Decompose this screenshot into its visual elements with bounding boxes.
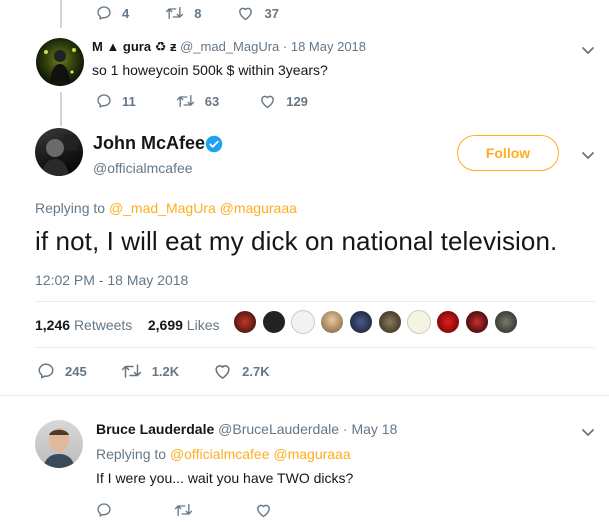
reply-icon	[97, 6, 111, 20]
retweet-count: 1.2K	[151, 363, 180, 379]
like-action[interactable]: 129	[259, 93, 308, 109]
replying-prefix: Replying to	[35, 200, 106, 216]
reply-action[interactable]	[96, 502, 112, 518]
retweet-action[interactable]	[174, 502, 193, 518]
avatar[interactable]	[35, 128, 83, 176]
retweet-icon	[174, 504, 193, 516]
retweets-label: Retweets	[73, 317, 133, 333]
likes-stat[interactable]: 2,699 Likes	[148, 317, 220, 333]
liker-avatar[interactable]	[465, 310, 489, 334]
chevron-down-icon[interactable]	[581, 43, 595, 57]
liker-avatars	[233, 310, 523, 334]
tweet-author[interactable]: M ▲ gura ♻ ƶ @_mad_MagUra · 18 May 2018	[92, 39, 366, 55]
tweet-date[interactable]: · May 18	[343, 421, 397, 437]
like-count: 37	[264, 5, 279, 21]
replying-to: Replying to @_mad_MagUra @maguraaa	[35, 200, 297, 216]
liker-avatar[interactable]	[436, 310, 460, 334]
retweets-stat[interactable]: 1,246 Retweets	[35, 317, 132, 333]
follow-button[interactable]: Follow	[457, 135, 559, 171]
retweet-count: 63	[204, 93, 220, 109]
retweets-count: 1,246	[35, 317, 71, 333]
like-action[interactable]: 2.7K	[213, 362, 270, 380]
avatar[interactable]	[36, 38, 84, 86]
handle[interactable]: @BruceLauderdale	[218, 421, 339, 437]
likes-label: Likes	[186, 317, 220, 333]
like-icon	[215, 365, 230, 379]
divider	[35, 301, 595, 302]
reply-count: 245	[65, 363, 87, 379]
reply-count: 4	[122, 5, 130, 21]
tweet-text: If I were you... wait you have TWO dicks…	[96, 470, 354, 486]
like-icon	[239, 7, 253, 21]
replying-to: Replying to @officialmcafee @maguraaa	[96, 446, 351, 462]
like-icon	[257, 504, 270, 518]
liker-avatar[interactable]	[349, 310, 373, 334]
reply-action[interactable]: 11	[96, 93, 136, 109]
liker-avatar[interactable]	[320, 310, 344, 334]
retweet-action[interactable]: 8	[165, 5, 201, 21]
thread-line-middle	[60, 92, 62, 126]
reply-action[interactable]: 245	[37, 362, 87, 380]
retweet-count: 8	[194, 5, 202, 21]
thread-line-top	[60, 0, 62, 28]
chevron-down-icon[interactable]	[581, 425, 595, 439]
reply-icon	[97, 503, 111, 517]
liker-avatar[interactable]	[262, 310, 286, 334]
reply-icon	[38, 363, 54, 379]
verified-icon	[205, 135, 223, 153]
retweet-icon	[121, 364, 141, 378]
retweet-action[interactable]: 1.2K	[121, 362, 179, 380]
retweet-icon	[176, 95, 194, 107]
reply1-actions: 11 63 129	[96, 91, 344, 111]
like-action[interactable]: 37	[237, 5, 279, 21]
top-tweet-actions: 4 8 37	[96, 3, 315, 23]
display-name[interactable]: M ▲ gura ♻ ƶ	[92, 39, 176, 54]
replying-to-links[interactable]: @officialmcafee @maguraaa	[170, 446, 351, 462]
tweet-date[interactable]: · 18 May 2018	[283, 39, 366, 54]
replying-to-links[interactable]: @_mad_MagUra @maguraaa	[109, 200, 297, 216]
like-action[interactable]	[255, 502, 272, 518]
tweet-text: if not, I will eat my dick on national t…	[35, 226, 558, 256]
liker-avatar[interactable]	[233, 310, 257, 334]
liker-avatar[interactable]	[407, 310, 431, 334]
retweet-icon	[166, 6, 184, 19]
like-count: 2.7K	[242, 363, 270, 379]
reply2-actions	[96, 500, 308, 520]
tweet-author[interactable]: Bruce Lauderdale @BruceLauderdale · May …	[96, 421, 397, 437]
author-handle[interactable]: @officialmcafee	[93, 160, 193, 176]
main-tweet-actions: 245 1.2K 2.7K	[37, 361, 306, 381]
avatar[interactable]	[35, 420, 83, 468]
retweet-action[interactable]: 63	[176, 93, 219, 109]
divider	[0, 395, 609, 396]
like-count: 129	[286, 93, 308, 109]
liker-avatar[interactable]	[378, 310, 402, 334]
chevron-down-icon[interactable]	[581, 148, 595, 162]
likes-count: 2,699	[147, 317, 183, 333]
handle[interactable]: @_mad_MagUra	[180, 39, 279, 54]
engagement-stats: 1,246 Retweets 2,699 Likes	[35, 317, 219, 333]
reply-action[interactable]: 4	[96, 5, 129, 21]
divider	[35, 347, 595, 348]
author-name[interactable]: John McAfee	[93, 133, 205, 154]
liker-avatar[interactable]	[494, 310, 518, 334]
reply-count: 11	[122, 93, 136, 109]
liker-avatar[interactable]	[291, 310, 315, 334]
display-name[interactable]: Bruce Lauderdale	[96, 421, 214, 437]
reply-icon	[97, 94, 111, 108]
replying-prefix: Replying to	[96, 446, 167, 462]
tweet-timestamp[interactable]: 12:02 PM - 18 May 2018	[35, 272, 188, 288]
tweet-text: so 1 howeycoin 500k $ within 3years?	[92, 62, 328, 78]
like-icon	[261, 95, 275, 109]
